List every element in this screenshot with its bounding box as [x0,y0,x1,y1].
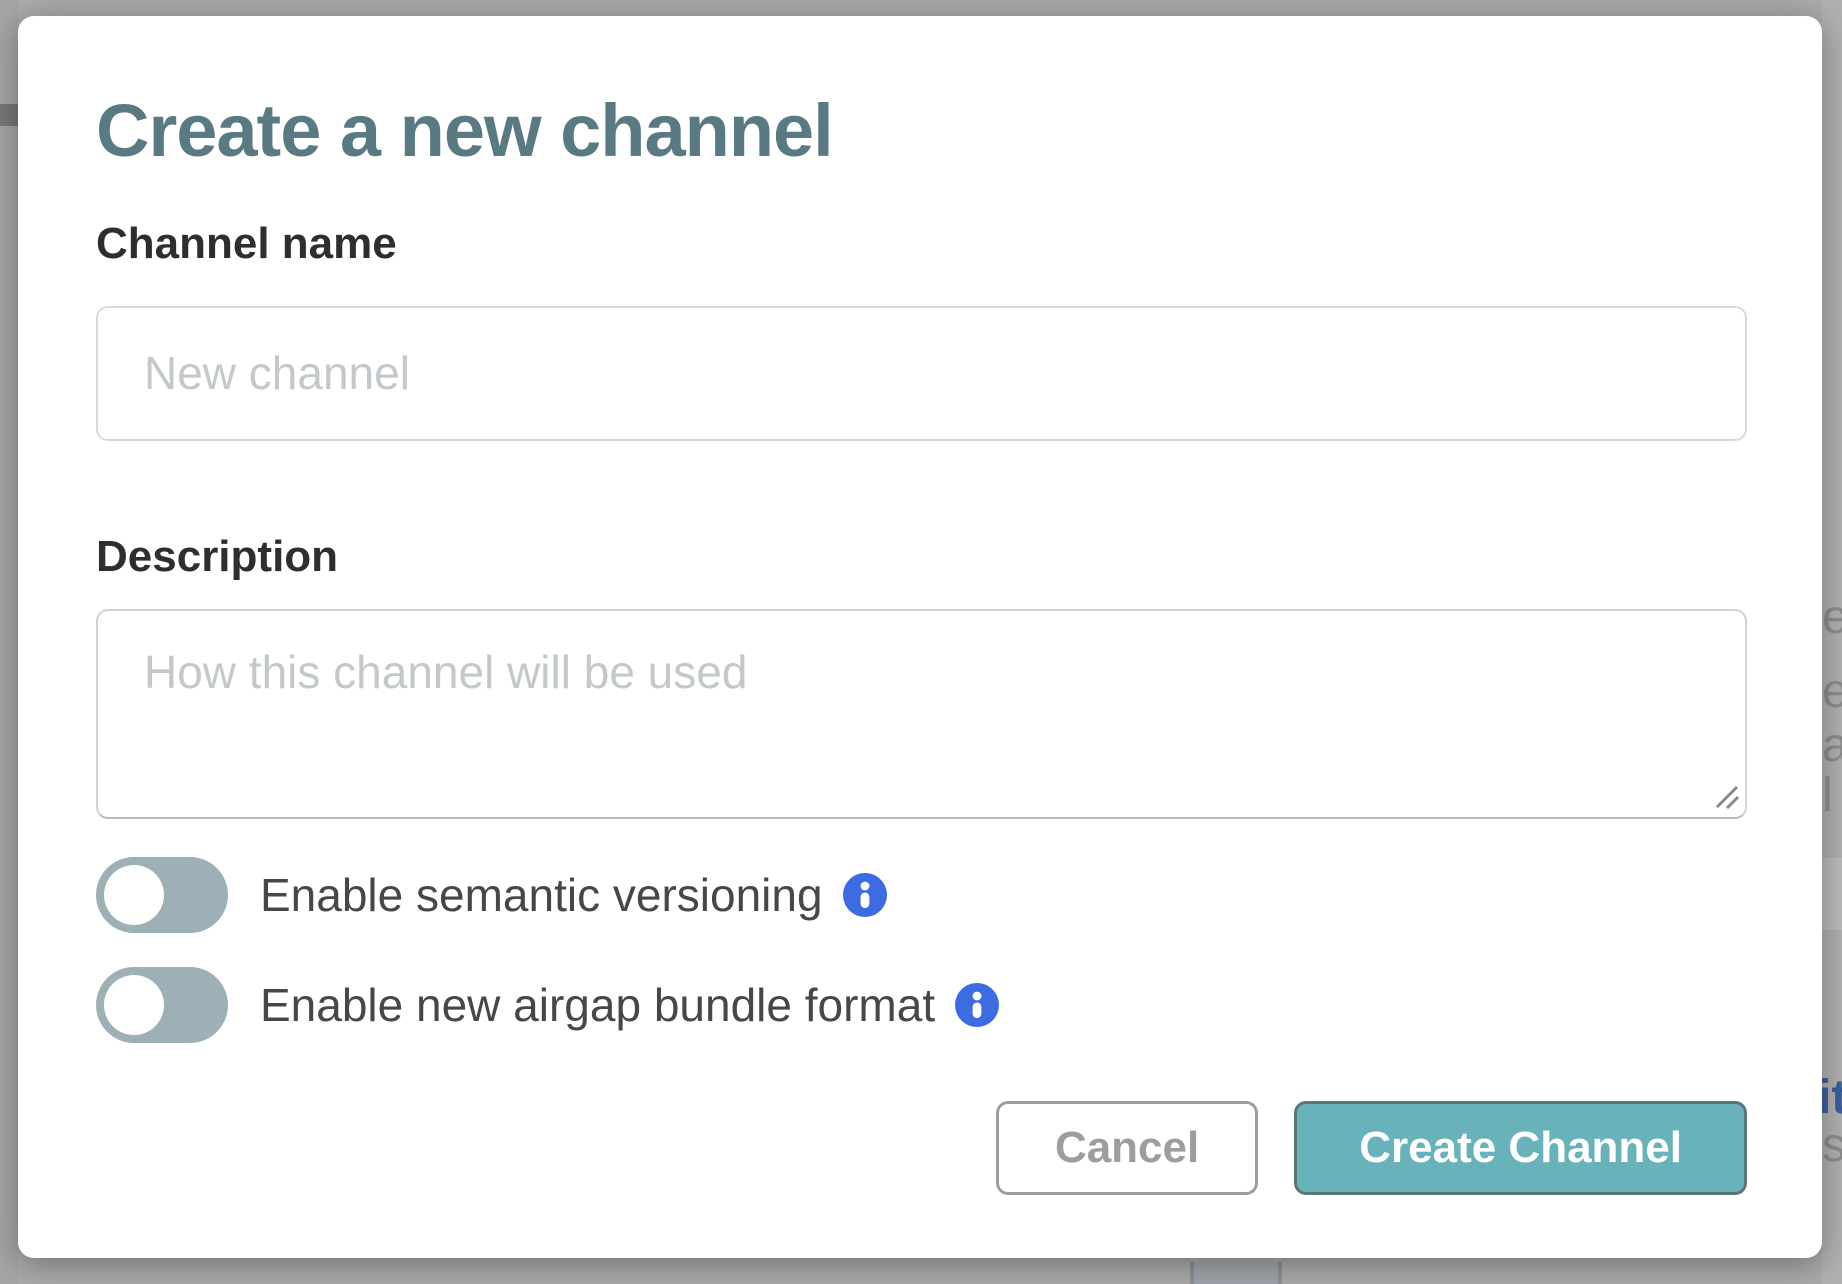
backdrop-link-fragment: it [1822,1074,1842,1122]
semantic-versioning-row: Enable semantic versioning [96,857,1747,933]
backdrop-text-fragment: l [1822,772,1833,820]
cancel-button[interactable]: Cancel [996,1101,1258,1195]
semantic-versioning-toggle[interactable] [96,857,228,933]
backdrop-text-fragment: s [1822,1122,1842,1170]
modal-title: Create a new channel [96,92,1747,170]
create-channel-button[interactable]: Create Channel [1294,1101,1747,1195]
backdrop-text-fragment: e [1822,594,1842,642]
backdrop-text-fragment: a [1822,722,1842,770]
backdrop-text-fragment: e [1822,668,1842,716]
backdrop-fragment [0,104,18,126]
airgap-bundle-row: Enable new airgap bundle format [96,967,1747,1043]
semantic-versioning-label: Enable semantic versioning [260,872,823,918]
toggle-knob [104,865,164,925]
backdrop-row-fragment [1822,858,1842,930]
info-icon[interactable] [955,983,999,1027]
modal-footer: Cancel Create Channel [96,1101,1747,1195]
description-textarea[interactable] [96,609,1747,819]
airgap-bundle-label: Enable new airgap bundle format [260,982,935,1028]
toggle-knob [104,975,164,1035]
resize-handle-icon[interactable] [1713,783,1739,809]
backdrop-right-strip: e e a l it s [1822,0,1842,1284]
create-channel-modal: Create a new channel Channel name Descri… [18,16,1822,1258]
backdrop-button-fragment [1190,1262,1282,1284]
airgap-bundle-toggle[interactable] [96,967,228,1043]
backdrop-left-strip [0,0,18,1284]
info-icon[interactable] [843,873,887,917]
description-label: Description [96,535,1747,579]
channel-name-input[interactable] [96,306,1747,441]
channel-name-label: Channel name [96,222,1747,266]
